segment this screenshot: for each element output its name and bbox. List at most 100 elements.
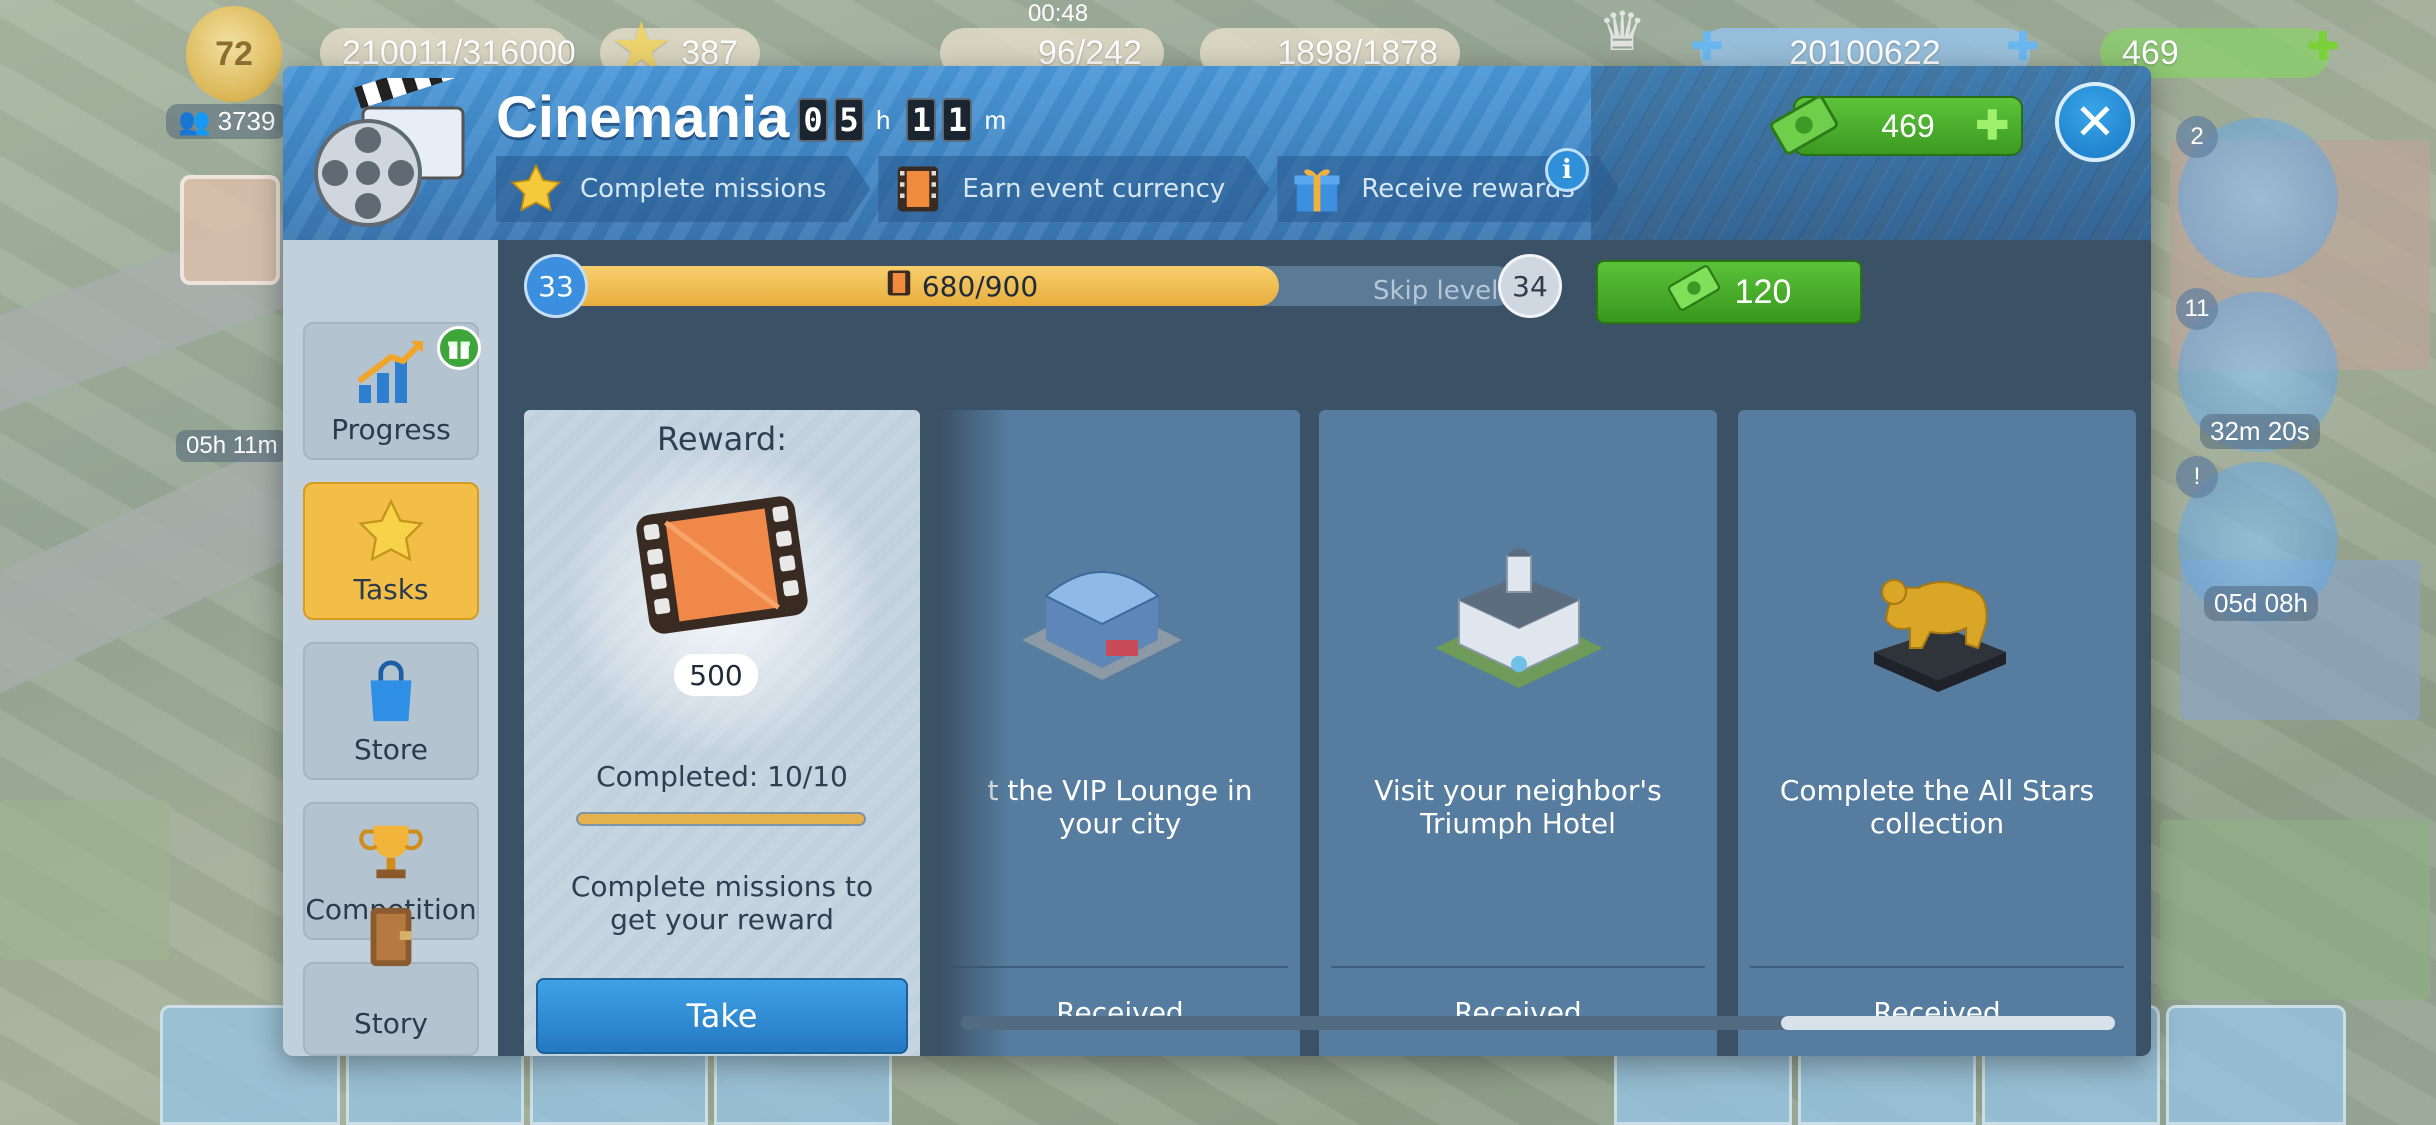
star-icon: [351, 497, 431, 567]
mission-card-triumph-hotel: Visit your neighbor's Triumph Hotel Rece…: [1319, 410, 1717, 1056]
mission-card-all-stars: Complete the All Stars collection Receiv…: [1738, 410, 2136, 1056]
sidebar-item-progress[interactable]: Progress: [303, 322, 481, 460]
book-icon: [351, 902, 431, 972]
close-icon: ✕: [2074, 93, 2116, 151]
reward-card: Reward: 500 Completed: 10/10 Complete mi…: [524, 410, 920, 1056]
level-number: 72: [215, 34, 253, 73]
mission-card-vip-lounge: t the VIP Lounge in your city Received: [940, 410, 1300, 1056]
tasks-content: 680/900 33 34 Skip level 120 Reward: 500…: [498, 240, 2151, 1056]
people-icon: 👥: [178, 106, 211, 136]
step-complete-missions: Complete missions: [496, 156, 871, 222]
reward-amount-text: 500: [689, 658, 743, 692]
next-level-number: 34: [1512, 269, 1548, 303]
mission-text: Complete the All Stars collection: [1779, 774, 2095, 840]
step-earn-currency: Earn event currency: [878, 156, 1270, 222]
modal-cash-text: 469: [1881, 107, 1935, 144]
tower-badge-number: 2: [2190, 123, 2204, 150]
scroll-fade: [940, 410, 1010, 1056]
sidebar-item-label: Tasks: [353, 573, 429, 606]
alert-badge: !: [2176, 456, 2218, 498]
radar-badge: 11: [2176, 288, 2218, 330]
modal-header: Cinemania 0 5 h 1 1 m Complete missions …: [283, 66, 2151, 240]
modal-cash-counter[interactable]: 469 ✚: [1770, 95, 2023, 156]
skip-cost: 120: [1734, 272, 1792, 311]
reward-amount: 500: [674, 654, 758, 696]
film-frame-icon: [884, 268, 914, 305]
take-button[interactable]: Take: [536, 978, 908, 1054]
hud-timer-text: 00:48: [1028, 0, 1089, 27]
shopping-bag-icon: [351, 657, 431, 727]
step-label: Earn event currency: [962, 174, 1226, 204]
add-cash-icon[interactable]: ✚: [1975, 103, 2009, 149]
golden-bear-statue-icon: [1838, 540, 2038, 700]
card-divider: [1750, 966, 2124, 968]
timer-hours-unit: h: [876, 104, 891, 135]
event-modal: Cinemania 0 5 h 1 1 m Complete missions …: [283, 66, 2151, 1056]
speed-timer-text: 05d 08h: [2214, 588, 2308, 618]
step-label: Complete missions: [580, 174, 827, 204]
cash-bill-icon: [1769, 90, 1839, 168]
card-divider: [1331, 966, 1705, 968]
missions-scrollbar[interactable]: [961, 1016, 2115, 1030]
event-shortcut-timer-text: 05h 11m: [186, 432, 278, 459]
trophy-icon: [351, 817, 431, 887]
speed-timer: 05d 08h: [2204, 586, 2318, 621]
sidebar-item-tasks[interactable]: Tasks: [303, 482, 479, 620]
tower-badge: 2: [2176, 116, 2218, 158]
event-steps: Complete missions Earn event currency Re…: [496, 156, 1619, 222]
event-countdown: 0 5 h 1 1 m: [798, 98, 1016, 142]
info-icon: i: [1562, 155, 1572, 185]
sidebar-item-store[interactable]: Store: [303, 642, 479, 780]
add-cash-icon[interactable]: ✚: [2306, 24, 2340, 70]
gift-icon: [1289, 161, 1345, 217]
gift-badge-icon: [437, 326, 481, 370]
population-counter[interactable]: 👥 3739: [166, 104, 288, 139]
wallet-icon[interactable]: [180, 175, 280, 285]
event-sidebar: Progress Tasks Store Competition: [283, 240, 498, 1056]
info-button[interactable]: i: [1545, 148, 1589, 192]
alert-icon: !: [2193, 463, 2201, 490]
add-crown-icon[interactable]: ✚: [1690, 24, 1724, 70]
star-icon: [508, 161, 564, 217]
film-frame-icon: [890, 161, 946, 217]
completed-count: Completed: 10/10: [596, 760, 848, 793]
level-badge[interactable]: 72: [186, 6, 282, 102]
hud-timer: 00:48: [1028, 0, 1088, 28]
reward-description: Complete missions to get your reward: [570, 870, 874, 936]
close-button[interactable]: ✕: [2055, 82, 2135, 162]
dock-hangar-button[interactable]: [2166, 1005, 2346, 1125]
sidebar-item-story[interactable]: Story: [303, 907, 479, 1056]
level-progress-bar: 680/900: [546, 266, 1516, 306]
sidebar-item-label: Story: [354, 1007, 428, 1040]
vip-lounge-building-icon: [1002, 540, 1202, 700]
sidebar-item-label: Store: [353, 733, 428, 766]
timer-hours-tens: 0: [798, 98, 828, 142]
timer-minutes-unit: m: [984, 104, 1007, 135]
triumph-hotel-icon: [1419, 540, 1619, 700]
progress-value: 680/900: [921, 269, 1039, 303]
clapperboard-film-reel-icon: [303, 66, 473, 228]
step-label: Receive rewards: [1361, 174, 1575, 204]
radar-timer-text: 32m 20s: [2210, 416, 2310, 446]
progress-chart-icon: [351, 337, 431, 407]
cash-bill-icon: [1667, 261, 1721, 324]
film-frame-icon: [632, 490, 812, 644]
scrollbar-thumb[interactable]: [1781, 1016, 2115, 1030]
completed-progress-bar: [576, 812, 866, 826]
take-label: Take: [686, 997, 758, 1035]
skip-level-label: Skip level: [1373, 276, 1499, 306]
event-title: Cinemania: [496, 85, 790, 150]
timer-minutes-tens: 1: [906, 98, 937, 142]
timer-hours-ones: 5: [834, 98, 864, 142]
level-progress-text: 680/900: [546, 266, 1516, 306]
radar-timer: 32m 20s: [2200, 414, 2320, 449]
next-level-badge: 34: [1498, 254, 1562, 318]
add-coins-icon[interactable]: ✚: [2006, 24, 2040, 70]
sidebar-item-label: Progress: [331, 413, 451, 446]
reward-title: Reward:: [657, 420, 787, 458]
event-shortcut-timer[interactable]: 05h 11m: [176, 430, 288, 462]
current-level-badge: 33: [524, 254, 588, 318]
population-text: 3739: [217, 106, 276, 136]
skip-level-button[interactable]: 120: [1596, 260, 1862, 324]
current-level-number: 33: [538, 269, 574, 303]
